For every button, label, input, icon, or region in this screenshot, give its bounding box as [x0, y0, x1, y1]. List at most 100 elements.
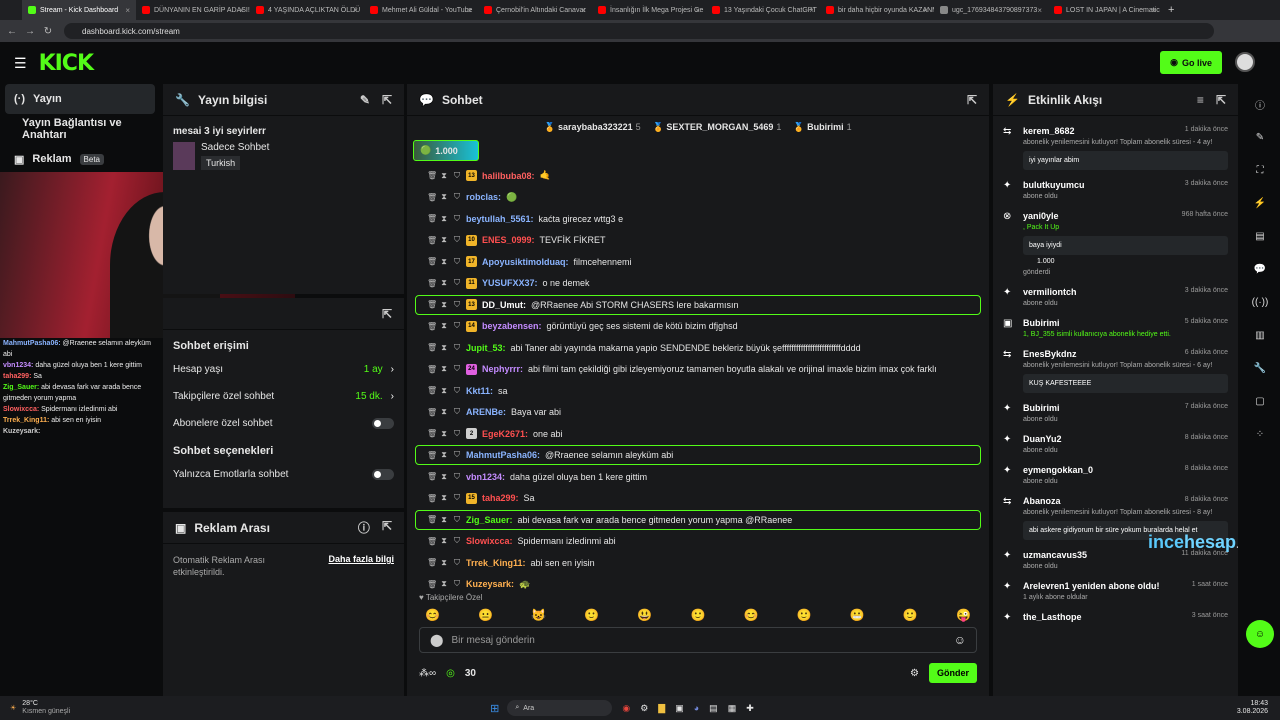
shield-icon[interactable]: ⛉: [453, 558, 461, 568]
close-icon[interactable]: ×: [1037, 6, 1042, 15]
shield-icon[interactable]: ⛉: [453, 429, 461, 439]
folder-icon[interactable]: ▇: [658, 703, 665, 714]
shield-icon[interactable]: ⛉: [453, 364, 461, 374]
timeout-icon[interactable]: ⧗: [440, 515, 448, 525]
popout-icon[interactable]: ⇱: [967, 93, 977, 107]
emoji-icon[interactable]: ☺: [954, 633, 966, 647]
timeout-icon[interactable]: ⧗: [440, 257, 448, 267]
shield-icon[interactable]: ⛉: [453, 450, 461, 460]
sidebar-item[interactable]: (·) Yayın: [5, 84, 155, 114]
chat-username[interactable]: Slowixcca:: [466, 536, 513, 546]
emote-icon[interactable]: 🙂: [903, 608, 918, 622]
trash-icon[interactable]: 🗑: [427, 171, 437, 180]
windows-start-icon[interactable]: ⊞: [490, 702, 499, 715]
trash-icon[interactable]: 🗑: [427, 193, 437, 202]
close-icon[interactable]: ×: [467, 6, 472, 15]
forward-icon[interactable]: →: [24, 26, 36, 37]
emote-icon[interactable]: 🙂: [690, 608, 705, 622]
chat-username[interactable]: MahmutPasha06:: [466, 450, 540, 460]
chat-username[interactable]: beyzabensen:: [482, 321, 542, 331]
timeout-icon[interactable]: ⧗: [440, 579, 448, 589]
browser-tab[interactable]: 13 Yaşındaki Çocuk ChatGPT ×: [706, 0, 820, 20]
chat-username[interactable]: Kkt11:: [466, 386, 493, 396]
shield-icon[interactable]: ⛉: [453, 493, 461, 503]
emote-icon[interactable]: 😐: [478, 608, 493, 622]
emote-icon[interactable]: 😊: [744, 608, 759, 622]
close-icon[interactable]: ×: [923, 6, 928, 15]
apps-icon[interactable]: ⁘: [1249, 423, 1271, 445]
app-icon[interactable]: ▦: [728, 703, 737, 714]
event-user[interactable]: Bubirimi: [1023, 318, 1060, 328]
filter-icon[interactable]: ≡: [1197, 93, 1204, 107]
app-icon[interactable]: ✚: [746, 703, 754, 714]
shield-icon[interactable]: ⛉: [453, 171, 461, 181]
sidebar-item[interactable]: ▣ Reklam Beta: [0, 144, 160, 174]
popout-icon[interactable]: ⇱: [382, 307, 392, 321]
shield-icon[interactable]: ⛉: [453, 321, 461, 331]
chrome-icon[interactable]: ◉: [622, 703, 630, 714]
shield-icon[interactable]: ⛉: [453, 515, 461, 525]
emote-icon[interactable]: 🙂: [797, 608, 812, 622]
emote-icon[interactable]: 😃: [637, 608, 652, 622]
trash-icon[interactable]: 🗑: [427, 515, 437, 524]
shield-icon[interactable]: ⛉: [453, 579, 461, 589]
trash-icon[interactable]: 🗑: [427, 472, 437, 481]
close-icon[interactable]: ×: [581, 6, 586, 15]
shield-icon[interactable]: ⛉: [453, 536, 461, 546]
go-live-button[interactable]: ◉ Go live: [1160, 51, 1222, 74]
event-user[interactable]: uzmancavus35: [1023, 550, 1087, 560]
emote-icon[interactable]: 😊: [425, 608, 440, 622]
event-user[interactable]: bulutkuyumcu: [1023, 180, 1085, 190]
timeout-icon[interactable]: ⧗: [440, 364, 448, 374]
chat-username[interactable]: Jupit_53:: [466, 343, 506, 353]
timeout-icon[interactable]: ⧗: [440, 278, 448, 288]
lightning-icon[interactable]: ⚡: [1249, 192, 1271, 214]
shield-icon[interactable]: ⛉: [453, 278, 461, 288]
shield-icon[interactable]: ⛉: [453, 407, 461, 417]
channel-points[interactable]: 30: [465, 668, 476, 679]
event-user[interactable]: kerem_8682: [1023, 126, 1075, 136]
event-user[interactable]: Abanoza: [1023, 496, 1061, 506]
followers-only-row[interactable]: Takipçilere özel sohbet 15 dk. ›: [163, 383, 404, 410]
close-icon[interactable]: ×: [809, 6, 814, 15]
account-age-row[interactable]: Hesap yaşı 1 ay ›: [163, 356, 404, 383]
chat-icon[interactable]: 💬: [1249, 258, 1271, 280]
timeout-icon[interactable]: ⧗: [440, 300, 448, 310]
close-icon[interactable]: ×: [125, 6, 130, 15]
chat-username[interactable]: Zig_Sauer:: [466, 515, 513, 525]
top-gifter[interactable]: 🏅 saraybaba323221 5: [544, 122, 640, 133]
timeout-icon[interactable]: ⧗: [440, 192, 448, 202]
chat-tools-icon[interactable]: ⁂∞: [419, 668, 436, 679]
discord-icon[interactable]: ◕: [694, 703, 699, 714]
steam-icon[interactable]: ⚙: [640, 703, 648, 714]
trash-icon[interactable]: 🗑: [427, 322, 437, 331]
pinned-kicks[interactable]: 🟢 1.000: [413, 140, 479, 161]
chat-input[interactable]: ⬤ Bir mesaj gönderin ☺: [419, 627, 977, 653]
shield-icon[interactable]: ⛉: [453, 235, 461, 245]
timeout-icon[interactable]: ⧗: [440, 171, 448, 181]
browser-tab[interactable]: ugc_176934843790897373 ×: [934, 0, 1048, 20]
popout-icon[interactable]: ⇱: [382, 519, 392, 536]
subs-only-toggle[interactable]: [372, 418, 394, 429]
chat-username[interactable]: Nephyrrr:: [482, 364, 523, 374]
event-user[interactable]: Arelevren1 yeniden abone oldu!: [1023, 581, 1160, 591]
crop-icon[interactable]: ⛶: [1249, 159, 1271, 181]
browser-tab[interactable]: 4 YAŞINDA AÇLIKTAN ÖLDÜ ×: [250, 0, 364, 20]
emote-icon[interactable]: 😜: [956, 608, 971, 622]
chat-username[interactable]: halilbuba08:: [482, 171, 535, 181]
support-button[interactable]: ☺: [1246, 620, 1274, 648]
trash-icon[interactable]: 🗑: [427, 214, 437, 223]
document-icon[interactable]: ▤: [1249, 225, 1271, 247]
trash-icon[interactable]: 🗑: [427, 494, 437, 503]
browser-tab[interactable]: LOST IN JAPAN | A Cinematic ×: [1048, 0, 1162, 20]
timeout-icon[interactable]: ⧗: [440, 407, 448, 417]
shield-icon[interactable]: ⛉: [453, 257, 461, 267]
app-icon[interactable]: ▤: [709, 703, 718, 714]
sidebar-item[interactable]: Yayın Bağlantısı ve Anahtarı: [0, 114, 160, 144]
close-icon[interactable]: ×: [1151, 6, 1156, 15]
timeout-icon[interactable]: ⧗: [440, 321, 448, 331]
browser-tab[interactable]: İnsanlığın İlk Mega Projesi Ge ×: [592, 0, 706, 20]
trash-icon[interactable]: 🗑: [427, 257, 437, 266]
top-gifter[interactable]: 🏅 SEXTER_MORGAN_5469 1: [653, 122, 782, 133]
event-user[interactable]: the_Lasthope: [1023, 612, 1082, 622]
